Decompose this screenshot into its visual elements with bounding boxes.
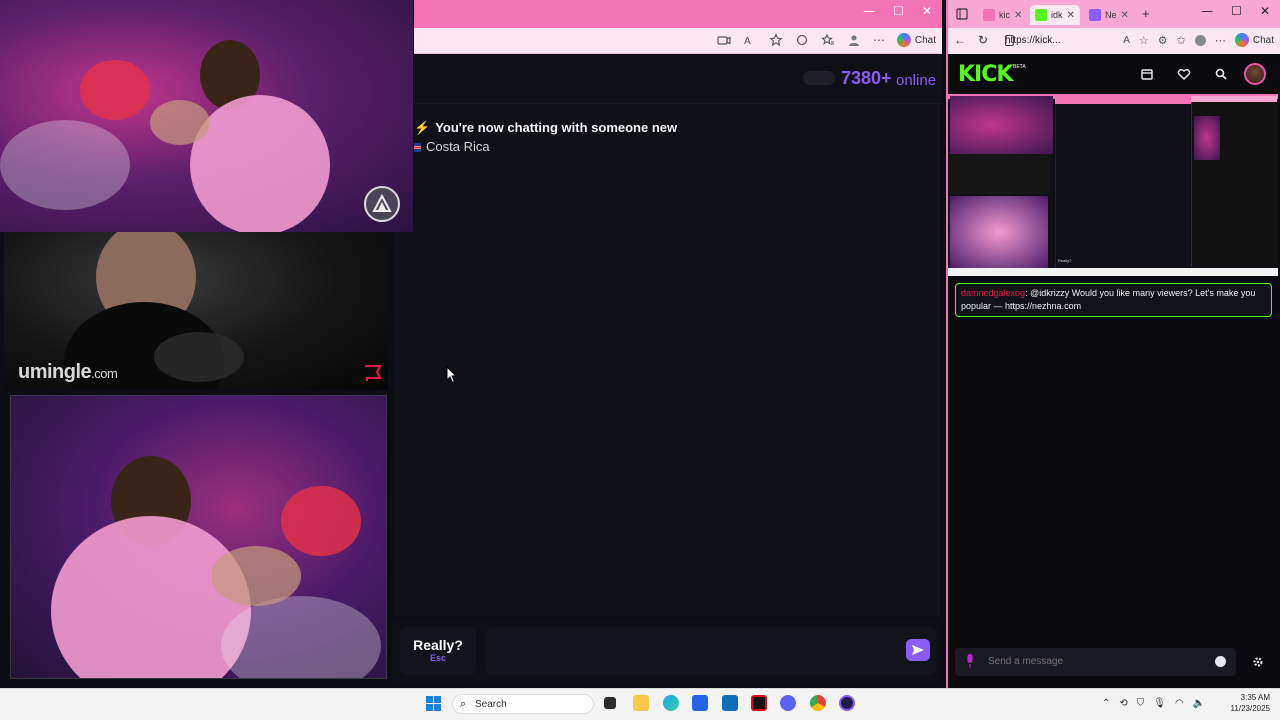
favorites-icon[interactable]: ✩ xyxy=(1177,34,1186,47)
microphone-icon[interactable] xyxy=(966,654,974,668)
user-avatar[interactable] xyxy=(1244,63,1266,85)
message-input[interactable] xyxy=(486,627,936,675)
close-button[interactable]: ✕ xyxy=(922,4,932,18)
chat-settings-gear-icon[interactable] xyxy=(1252,656,1264,668)
system-message: ⚡ You're now chatting with someone new xyxy=(414,120,678,135)
show-hidden-icons-icon[interactable]: ⌃ xyxy=(1102,698,1110,709)
security-icon[interactable]: ⛉ xyxy=(1137,698,1145,709)
send-arrow-icon xyxy=(912,645,924,655)
clock-time: 3:35 AM xyxy=(1240,693,1270,702)
profile-icon[interactable] xyxy=(847,33,861,47)
url-field[interactable]: https://kick... xyxy=(1005,32,1077,50)
favorite-star-icon[interactable]: ☆ xyxy=(1139,34,1149,47)
taskbar-search[interactable]: ⌕ Search xyxy=(452,694,594,714)
chrome-icon[interactable] xyxy=(810,695,826,711)
camera-icon[interactable] xyxy=(717,33,731,47)
partner-country: Costa Rica xyxy=(414,139,490,154)
volume-icon[interactable]: 🔈 xyxy=(1193,698,1205,709)
sync-icon[interactable]: ⟲ xyxy=(1119,698,1127,709)
mouse-cursor-icon xyxy=(446,366,458,384)
send-button[interactable] xyxy=(906,639,930,661)
windows-start-icon[interactable] xyxy=(426,696,441,711)
dashboard-icon[interactable] xyxy=(1140,67,1154,81)
extensions-icon[interactable]: ⚙ xyxy=(1158,34,1168,47)
clock-date: 11/23/2025 xyxy=(1230,704,1270,713)
preview-skip-label: Really? xyxy=(1058,258,1072,263)
search-icon[interactable] xyxy=(1214,67,1228,81)
kick-chat-panel xyxy=(948,278,1278,646)
tab-idkrizzy[interactable]: idk ✕ xyxy=(1030,5,1080,25)
right-browser-titlebar: kic ✕ idk ✕ Ne ✕ + — ☐ ✕ xyxy=(948,0,1280,28)
costa-rica-flag-icon xyxy=(414,143,421,152)
lightning-icon: ⚡ xyxy=(414,120,431,135)
chat-username[interactable]: damnedgalexog xyxy=(961,288,1025,298)
skip-really-button[interactable]: Really? Esc xyxy=(400,627,476,675)
copilot-icon xyxy=(896,33,911,47)
extensions-icon[interactable] xyxy=(795,33,809,47)
left-browser-titlebar: — ☐ ✕ xyxy=(414,0,942,28)
taskbar-clock[interactable]: 3:35 AM 11/23/2025 xyxy=(1226,692,1270,714)
maximize-button[interactable]: ☐ xyxy=(1231,4,1242,18)
search-icon: ⌕ xyxy=(460,698,467,710)
maximize-button[interactable]: ☐ xyxy=(893,4,904,18)
more-options-icon[interactable]: ⋯ xyxy=(1215,34,1226,47)
copilot-chat-button[interactable]: Chat xyxy=(1234,33,1274,47)
chat-message: damnedgalexog: @idkrizzy Would you like … xyxy=(955,283,1272,317)
camera-swap-icon[interactable] xyxy=(364,186,400,222)
online-toggle[interactable] xyxy=(803,71,835,85)
tab-favicon xyxy=(983,9,995,21)
online-label: online xyxy=(896,72,937,89)
store-icon[interactable] xyxy=(692,695,708,711)
send-message-input[interactable] xyxy=(988,654,1198,668)
right-browser-toolbar: ← ↻ A ☆ ⚙ ✩ ⋯ Chat xyxy=(948,28,1280,54)
tab-new[interactable]: Ne ✕ xyxy=(1084,5,1134,25)
copilot-chat-button[interactable]: Chat xyxy=(896,33,936,47)
favorite-star-icon[interactable] xyxy=(768,33,783,47)
umingle-logo: umingle.com xyxy=(18,361,118,383)
microphone-icon[interactable]: 🎙 xyxy=(1153,698,1166,709)
skip-label: Really? xyxy=(413,637,463,653)
tab-actions-icon[interactable] xyxy=(956,8,968,20)
app-icon[interactable] xyxy=(839,695,855,711)
file-explorer-icon[interactable] xyxy=(633,695,649,711)
partner-video-top xyxy=(0,0,413,232)
left-browser-toolbar: A ⋯ Chat xyxy=(414,28,942,54)
minimize-button[interactable]: — xyxy=(863,4,875,18)
profile-icon[interactable] xyxy=(1194,34,1206,46)
skip-shortcut-key: Esc xyxy=(429,653,446,663)
new-tab-icon[interactable]: + xyxy=(1142,6,1150,21)
minimize-button[interactable]: — xyxy=(1201,4,1213,18)
stream-video-player[interactable]: Really? xyxy=(948,94,1278,276)
kick-favicon xyxy=(1035,9,1047,21)
back-icon[interactable]: ← xyxy=(954,33,966,47)
report-flag-icon[interactable] xyxy=(362,364,384,382)
netflix-icon[interactable] xyxy=(751,695,767,711)
kick-logo[interactable]: KICK xyxy=(958,62,1013,87)
read-aloud-icon[interactable]: A xyxy=(743,33,757,47)
tab-close-icon[interactable]: ✕ xyxy=(1014,10,1022,21)
following-heart-icon[interactable] xyxy=(1177,67,1191,81)
emoji-icon[interactable] xyxy=(1215,656,1226,667)
favorites-icon[interactable] xyxy=(821,33,835,47)
tab-close-icon[interactable]: ✕ xyxy=(1067,10,1075,21)
partner-video-main xyxy=(10,395,387,679)
outlook-icon[interactable] xyxy=(722,695,738,711)
discord-icon[interactable] xyxy=(780,695,796,711)
svg-text:A: A xyxy=(744,36,751,47)
chat-log xyxy=(393,104,940,616)
close-button[interactable]: ✕ xyxy=(1260,4,1270,18)
read-aloud-icon[interactable]: A xyxy=(1123,35,1130,46)
online-count: 7380+ xyxy=(841,68,892,88)
tab-favicon xyxy=(1089,9,1101,21)
edge-icon[interactable] xyxy=(663,695,679,711)
task-view-icon[interactable] xyxy=(604,697,616,709)
tab-kick[interactable]: kic ✕ xyxy=(978,5,1027,25)
copilot-icon xyxy=(1234,33,1249,47)
system-tray: ⌃ ⟲ ⛉ 🎙 ◠ 🔈 xyxy=(1102,698,1205,709)
kick-beta-badge: BETA xyxy=(1013,64,1026,70)
tab-close-icon[interactable]: ✕ xyxy=(1121,10,1129,21)
refresh-icon[interactable]: ↻ xyxy=(978,33,988,47)
wifi-icon[interactable]: ◠ xyxy=(1175,698,1184,709)
more-options-icon[interactable]: ⋯ xyxy=(873,33,885,47)
